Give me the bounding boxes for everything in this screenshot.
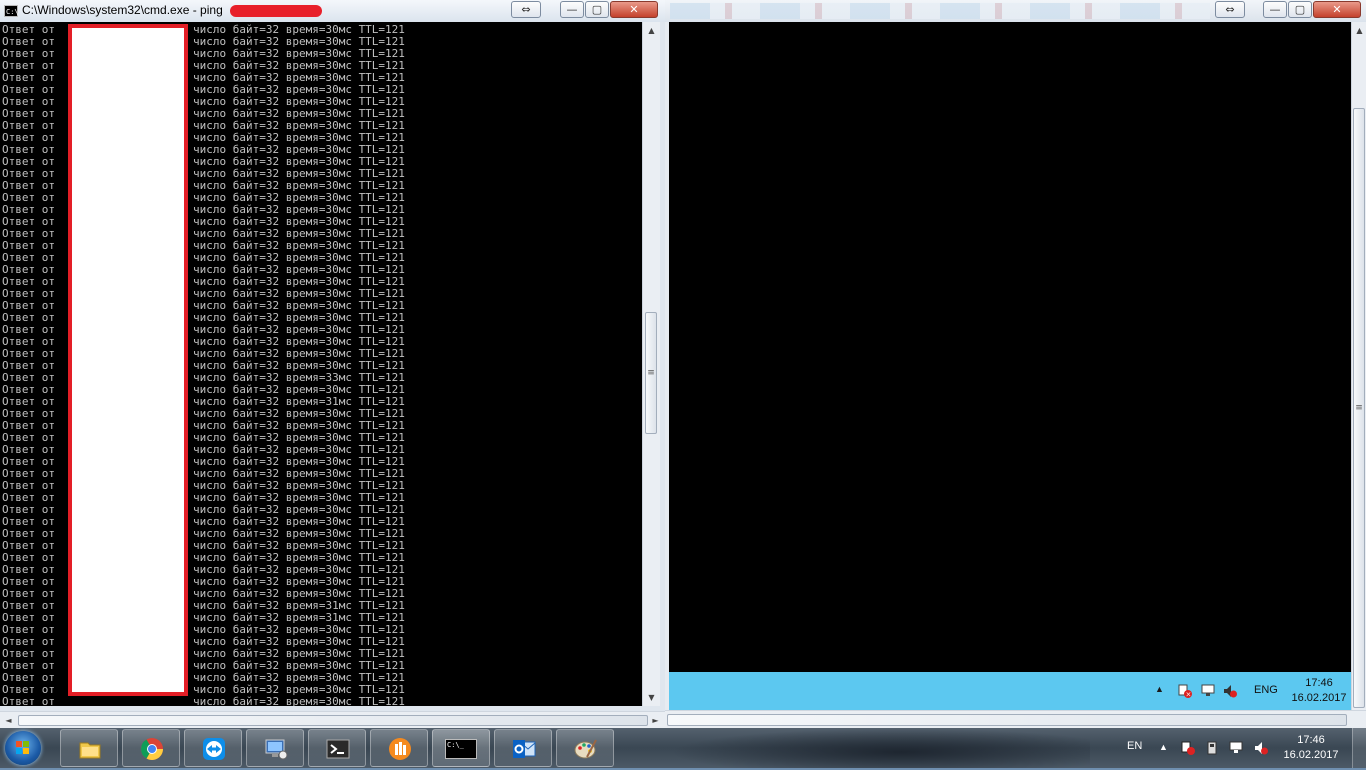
taskbar-paint[interactable]	[556, 729, 614, 767]
taskbar-chrome[interactable]	[122, 729, 180, 767]
teamviewer-icon	[203, 738, 225, 760]
cmd-close-button[interactable]: ✕	[610, 1, 658, 18]
terminal-icon	[326, 739, 350, 759]
rdp-scroll-thumb[interactable]: ≡	[1353, 108, 1365, 708]
rdp-scroll-up-arrow[interactable]: ▲	[1352, 22, 1366, 39]
windows-logo-icon	[16, 741, 29, 754]
cmd-maximize-button[interactable]: ▢	[585, 1, 609, 18]
cmd-title-bar[interactable]: C:\ C:\Windows\system32\cmd.exe - ping ⇔…	[0, 0, 665, 22]
rdp-restore-docked-button[interactable]: ⇔	[1215, 1, 1245, 18]
svg-text:×: ×	[1186, 691, 1192, 699]
remote-desktop-screen[interactable]	[669, 22, 1351, 672]
paint-palette-icon	[574, 739, 597, 759]
clock-time: 17:46	[1297, 734, 1325, 746]
cmd-taskbar-icon: C:\_	[445, 739, 477, 759]
volume-muted-icon[interactable]	[1223, 684, 1237, 698]
start-button[interactable]	[5, 731, 41, 765]
network-tray-icon[interactable]	[1229, 741, 1243, 755]
console-horizontal-scrollbar[interactable]: ◄ ►	[0, 711, 665, 729]
remote-taskbar: ▲ × ENG 17:46 16.02.2017	[669, 672, 1351, 710]
taskbar-teamviewer[interactable]	[184, 729, 242, 767]
scroll-down-arrow[interactable]: ▼	[643, 689, 660, 706]
taskbar-orange-app[interactable]	[370, 729, 428, 767]
remote-date: 16.02.2017	[1291, 692, 1347, 704]
taskbar-outlook[interactable]	[494, 729, 552, 767]
flag-error-icon[interactable]: ×	[1178, 684, 1192, 699]
outlook-icon	[513, 740, 536, 758]
cmd-app-icon[interactable]: C:\	[4, 5, 19, 17]
rdp-maximize-button[interactable]: ▢	[1288, 1, 1312, 18]
redacted-ip-box	[68, 24, 188, 696]
usb-device-icon[interactable]	[1205, 741, 1219, 755]
scroll-left-arrow[interactable]: ◄	[0, 712, 17, 729]
volume-muted-tray-icon[interactable]	[1254, 741, 1268, 755]
orange-app-icon	[389, 738, 411, 760]
tray-expand-arrow[interactable]: ▲	[1159, 742, 1168, 752]
windows-taskbar: C:\_ EN ▲ 17:46 16.02.2017	[0, 728, 1366, 768]
show-desktop-button[interactable]	[1352, 728, 1366, 768]
remote-desktop-window: ⇔ — ▢ ✕ ▲ × ENG 17:46 16.02.2017 ▲ ≡	[665, 0, 1366, 729]
scroll-up-arrow[interactable]: ▲	[643, 22, 660, 39]
rdp-title-bar[interactable]: ⇔ — ▢ ✕	[665, 0, 1366, 22]
taskbar-background-art	[670, 728, 1090, 768]
folder-icon	[79, 742, 101, 759]
chrome-icon	[141, 738, 163, 760]
reply-stats: число байт=32 время=30мс TTL=121	[193, 695, 405, 707]
taskbar-powershell[interactable]	[308, 729, 366, 767]
remote-time: 17:46	[1305, 677, 1333, 689]
rdp-connection-bar	[670, 3, 1210, 19]
reply-prefix: Ответ от	[2, 695, 55, 707]
cmd-window-title: C:\Windows\system32\cmd.exe - ping	[22, 3, 223, 17]
rdp-horizontal-scrollbar[interactable]	[665, 710, 1366, 729]
cmd-restore-docked-button[interactable]: ⇔	[511, 1, 541, 18]
rdp-close-button[interactable]: ✕	[1313, 1, 1361, 18]
rdp-minimize-button[interactable]: —	[1263, 1, 1287, 18]
network-icon[interactable]	[1201, 684, 1215, 698]
rdp-horizontal-scroll-thumb[interactable]	[667, 714, 1347, 726]
taskbar-explorer[interactable]	[60, 729, 118, 767]
scroll-right-arrow[interactable]: ►	[647, 712, 664, 729]
taskbar-remote-desktop[interactable]	[246, 729, 304, 767]
remote-tray-expand-arrow[interactable]: ▲	[1155, 684, 1164, 694]
action-center-flag-icon[interactable]	[1181, 741, 1195, 755]
language-indicator[interactable]: EN	[1127, 740, 1142, 752]
remote-clock[interactable]: 17:46 16.02.2017	[1289, 676, 1349, 706]
horizontal-scroll-thumb[interactable]	[18, 715, 648, 726]
remote-language-indicator[interactable]: ENG	[1254, 684, 1278, 696]
system-clock[interactable]: 17:46 16.02.2017	[1280, 733, 1342, 763]
remote-desktop-icon	[265, 739, 288, 760]
cmd-minimize-button[interactable]: —	[560, 1, 584, 18]
scroll-thumb[interactable]: ≡	[645, 312, 657, 434]
redaction-mark	[230, 5, 322, 17]
taskbar-cmd[interactable]: C:\_	[432, 729, 490, 767]
rdp-vertical-scrollbar[interactable]: ▲ ≡	[1351, 22, 1366, 710]
clock-date: 16.02.2017	[1283, 749, 1339, 761]
console-vertical-scrollbar[interactable]: ▲ ≡ ▼	[642, 22, 660, 706]
cmd-window: C:\ C:\Windows\system32\cmd.exe - ping ⇔…	[0, 0, 666, 729]
